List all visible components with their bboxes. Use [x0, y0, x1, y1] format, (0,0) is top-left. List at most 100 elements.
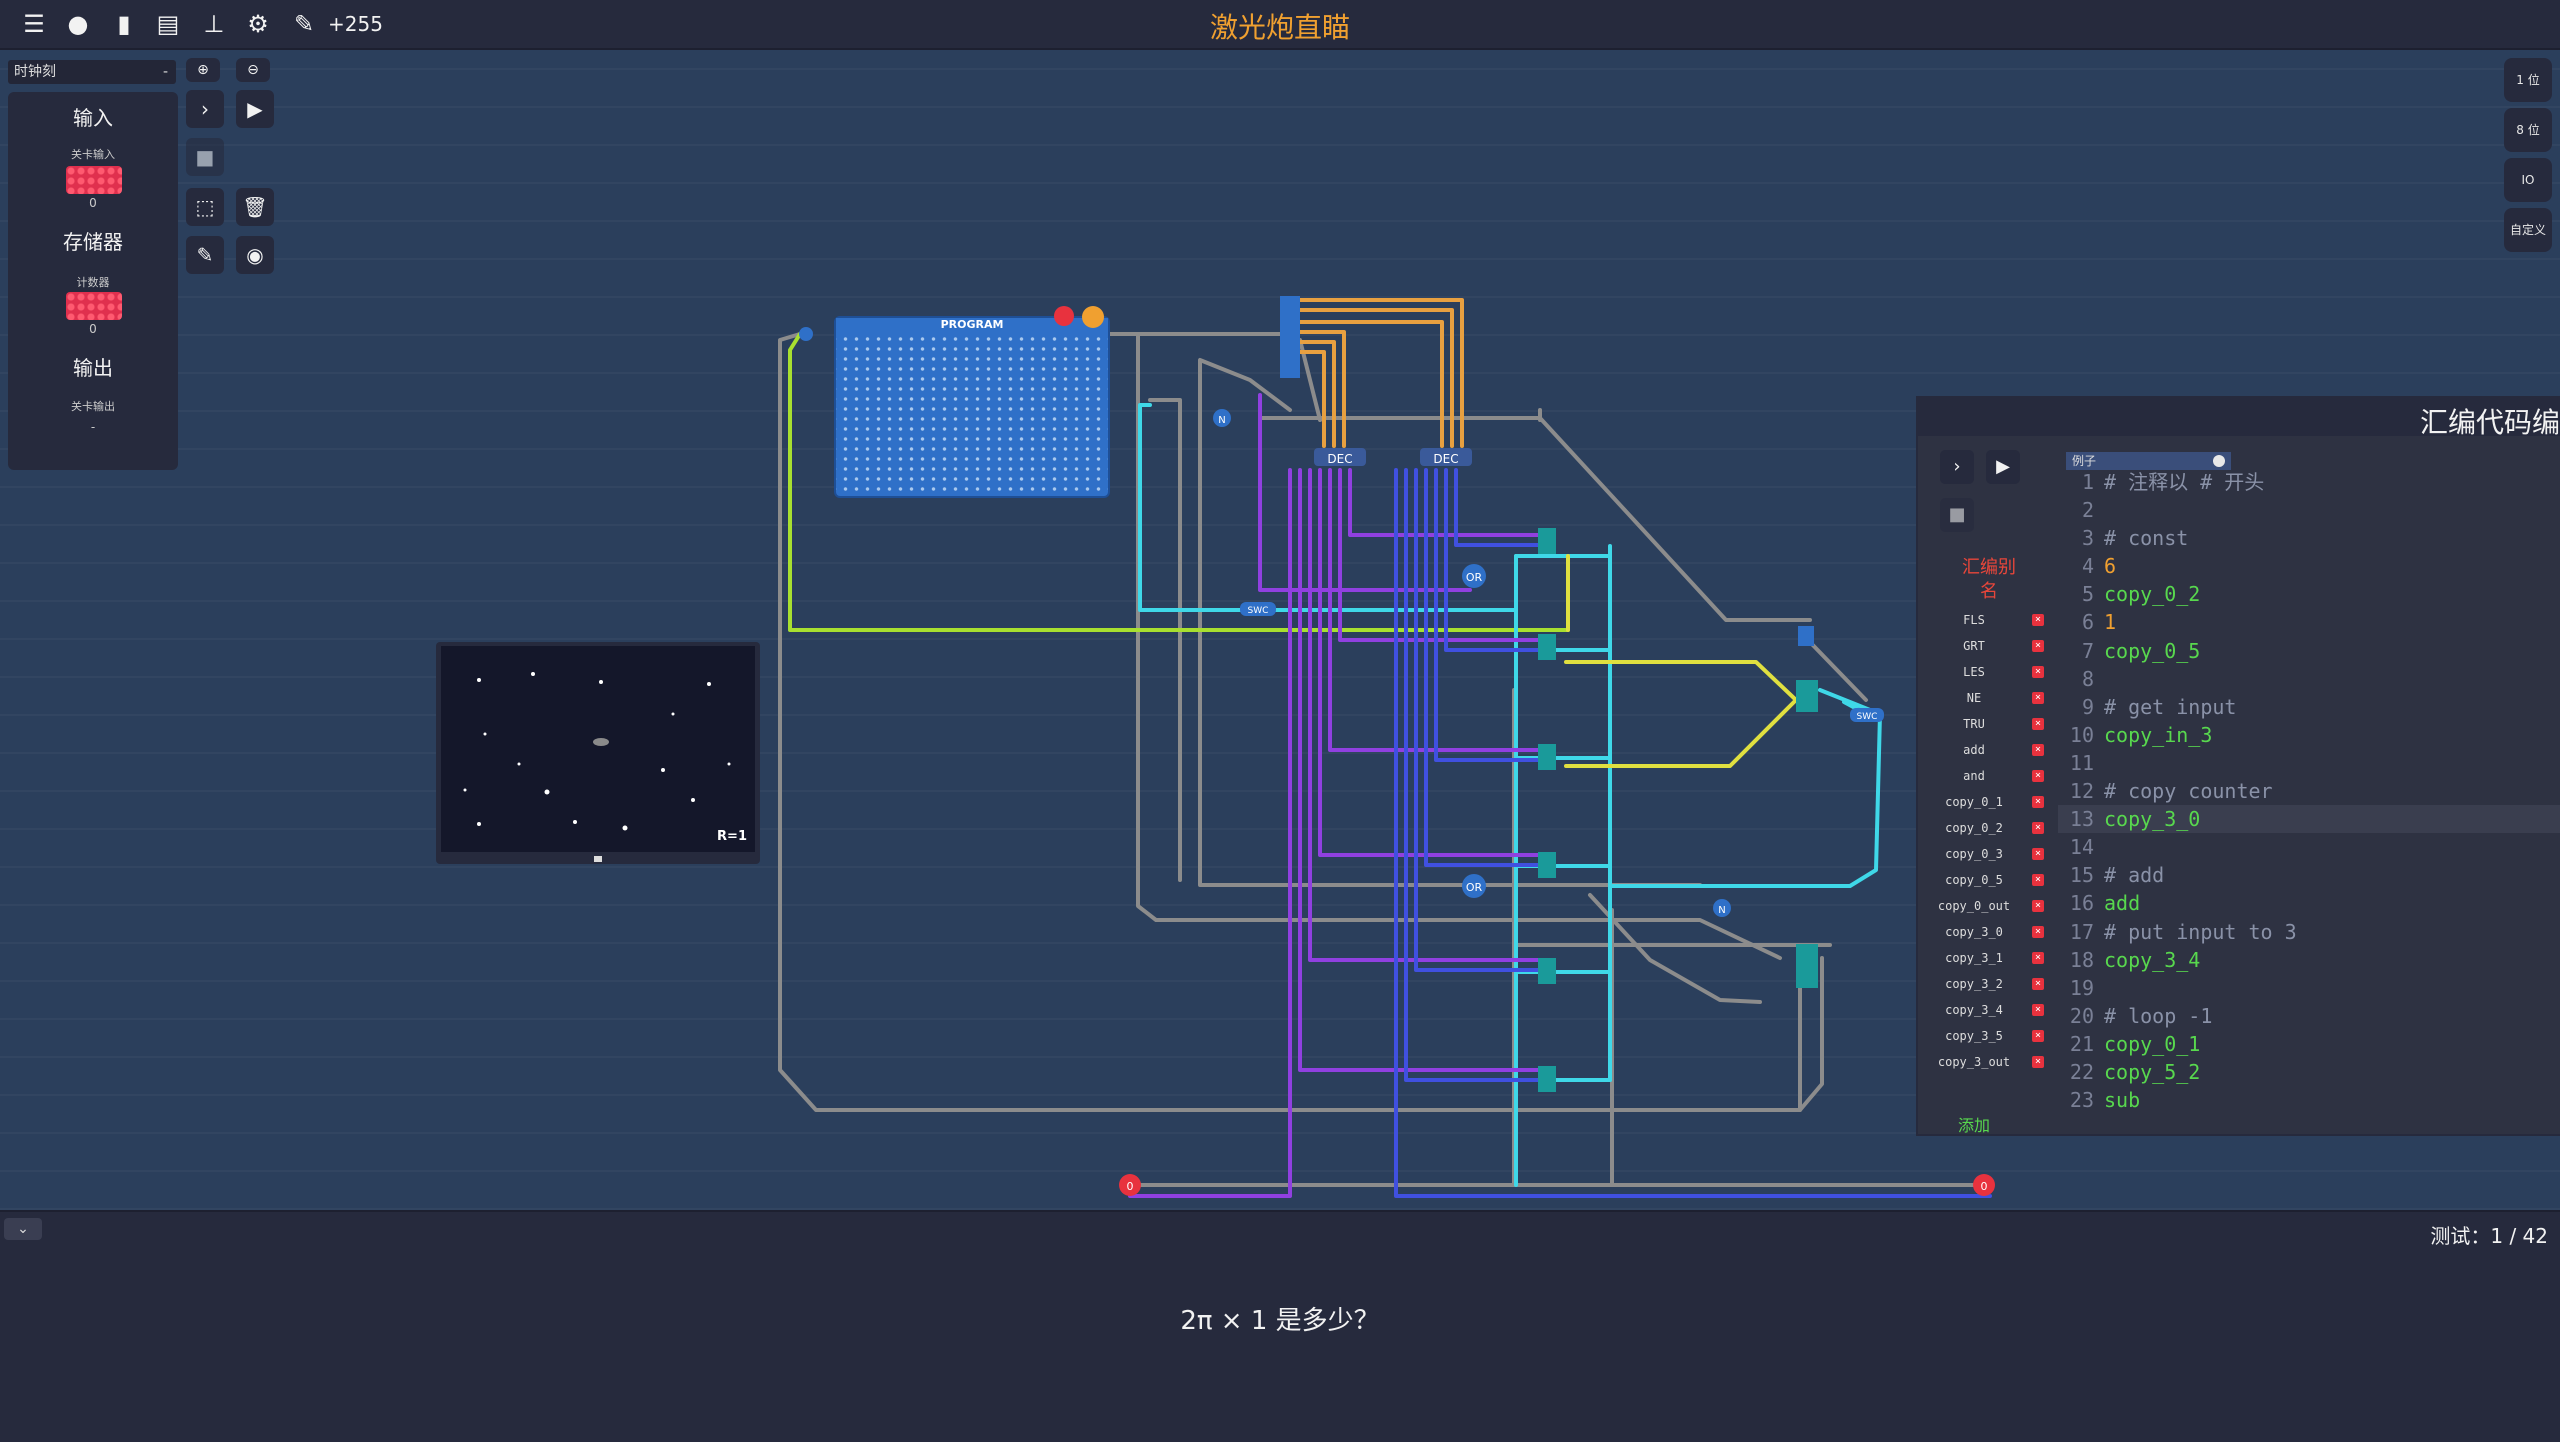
delete-button[interactable]: 🗑 [236, 188, 274, 226]
remove-alias-icon[interactable]: × [2032, 900, 2044, 912]
code-line[interactable]: 5 copy_0_2 [2058, 580, 2560, 608]
code-line[interactable]: 1 # 注释以 # 开头 [2058, 468, 2560, 496]
remove-alias-icon[interactable]: × [2032, 770, 2044, 782]
trash-icon: 🗑 [242, 195, 268, 219]
alias-item[interactable]: copy_3_4 × [1924, 998, 2054, 1024]
alias-item[interactable]: copy_0_1 × [1924, 790, 2054, 816]
remove-alias-icon[interactable]: × [2032, 718, 2044, 730]
remove-alias-icon[interactable]: × [2032, 1004, 2044, 1016]
alias-item[interactable]: copy_0_out × [1924, 894, 2054, 920]
remove-alias-icon[interactable]: × [2032, 926, 2044, 938]
alias-item[interactable]: FLS × [1924, 608, 2054, 634]
remove-alias-icon[interactable]: × [2032, 666, 2044, 678]
remove-alias-icon[interactable]: × [2032, 1056, 2044, 1068]
code-line[interactable]: 2 [2058, 496, 2560, 524]
step-button[interactable]: › [186, 90, 224, 128]
code-line[interactable]: 18 copy_3_4 [2058, 946, 2560, 974]
alias-item[interactable]: copy_3_5 × [1924, 1024, 2054, 1050]
io-button[interactable]: IO [2504, 158, 2552, 202]
decoder-2-label: DEC [1433, 452, 1458, 466]
remove-alias-icon[interactable]: × [2032, 822, 2044, 834]
program-component[interactable]: PROGRAM [834, 316, 1110, 498]
play-button[interactable]: ▶ [236, 90, 274, 128]
remove-alias-icon[interactable]: × [2032, 848, 2044, 860]
code-line[interactable]: 8 [2058, 665, 2560, 693]
select-button[interactable]: ⬚ [186, 188, 224, 226]
alias-item[interactable]: GRT × [1924, 634, 2054, 660]
chevron-down-icon: ⌄ [17, 1221, 29, 1237]
alias-item[interactable]: TRU × [1924, 712, 2054, 738]
alias-item[interactable]: copy_3_1 × [1924, 946, 2054, 972]
code-line[interactable]: 7 copy_0_5 [2058, 637, 2560, 665]
code-line[interactable]: 21 copy_0_1 [2058, 1030, 2560, 1058]
register-2 [1538, 744, 1556, 770]
add-alias-button[interactable]: 添加 [1958, 1112, 1990, 1136]
line-number: 18 [2069, 947, 2094, 972]
code-line[interactable]: 22 copy_5_2 [2058, 1058, 2560, 1086]
close-icon[interactable] [2213, 455, 2225, 467]
screen-handle-icon[interactable] [594, 856, 602, 862]
code-line[interactable]: 17 # put input to 3 [2058, 918, 2560, 946]
remove-alias-icon[interactable]: × [2032, 1030, 2044, 1042]
alias-item[interactable]: LES × [1924, 660, 2054, 686]
clock-speed-select[interactable]: 时钟刻 - [8, 60, 176, 84]
section-output-value: - [90, 420, 96, 434]
code-line[interactable]: 3 # const [2058, 524, 2560, 552]
remove-alias-icon[interactable]: × [2032, 978, 2044, 990]
line-number: 23 [2069, 1088, 2094, 1113]
bit-8-button[interactable]: 8 位 [2504, 108, 2552, 152]
section-storage-heading: 存储器 [63, 230, 123, 254]
alias-title: 汇编别名 [1962, 557, 2016, 602]
zoom-out-button[interactable]: ⊖ [236, 58, 270, 82]
remove-alias-icon[interactable]: × [2032, 640, 2044, 652]
code-line[interactable]: 19 [2058, 974, 2560, 1002]
counter-component-tool[interactable] [66, 292, 122, 320]
circle-tool-button[interactable]: ◉ [236, 236, 274, 274]
custom-button[interactable]: 自定义 [2504, 208, 2552, 252]
remove-alias-icon[interactable]: × [2032, 692, 2044, 704]
code-line[interactable]: 16 add [2058, 889, 2560, 917]
code-line[interactable]: 12 # copy counter [2058, 777, 2560, 805]
code-line[interactable]: 61 [2058, 608, 2560, 636]
alias-item[interactable]: NE × [1924, 686, 2054, 712]
alias-item[interactable]: copy_0_3 × [1924, 842, 2054, 868]
alias-item[interactable]: add × [1924, 738, 2054, 764]
remove-alias-icon[interactable]: × [2032, 744, 2044, 756]
alias-item[interactable]: copy_0_2 × [1924, 816, 2054, 842]
code-line[interactable]: 15 # add [2058, 861, 2560, 889]
level-input-component[interactable] [66, 166, 122, 194]
remove-alias-icon[interactable]: × [2032, 796, 2044, 808]
remove-alias-icon[interactable]: × [2032, 874, 2044, 886]
alias-item[interactable]: copy_3_0 × [1924, 920, 2054, 946]
editor-step-button[interactable]: › [1940, 450, 1974, 484]
alias-item[interactable]: copy_3_out × [1924, 1050, 2054, 1076]
alias-name: TRU [1963, 717, 1985, 731]
code-area[interactable]: 1 # 注释以 # 开头 2 3 # const 4 6 5 copy_0_2 6 1 7 copy_0… [2058, 468, 2560, 1118]
code-line[interactable]: 46 [2058, 552, 2560, 580]
code-line[interactable]: 10 copy_in_3 [2058, 721, 2560, 749]
collapse-button[interactable]: ⌄ [4, 1218, 42, 1240]
draw-button[interactable]: ✎ [186, 236, 224, 274]
collapse-toggle[interactable]: - [163, 60, 168, 84]
remove-alias-icon[interactable]: × [2032, 614, 2044, 626]
editor-header[interactable]: 汇编代码编 [1918, 398, 2560, 439]
zoom-in-button[interactable]: ⊕ [186, 58, 220, 82]
program-delete-icon[interactable] [1054, 306, 1074, 326]
code-line[interactable]: 9 # get input [2058, 693, 2560, 721]
component-toolbox: 输入 关卡输入 0 存储器 计数器 0 输出 关卡输出 - [8, 92, 178, 470]
alias-item[interactable]: and × [1924, 764, 2054, 790]
code-line[interactable]: 13 copy_3_0 [2058, 805, 2560, 834]
code-line[interactable]: 20 # loop -1 [2058, 1002, 2560, 1030]
editor-play-button[interactable]: ▶ [1986, 450, 2020, 484]
stop-button[interactable]: ■ [186, 138, 224, 176]
code-line[interactable]: 14 [2058, 833, 2560, 861]
remove-alias-icon[interactable]: × [2032, 952, 2044, 964]
alias-item[interactable]: copy_0_5 × [1924, 868, 2054, 894]
alias-item[interactable]: copy_3_2 × [1924, 972, 2054, 998]
program-edit-icon[interactable] [1082, 306, 1104, 328]
play-icon: ▶ [247, 97, 263, 121]
code-line[interactable]: 11 [2058, 749, 2560, 777]
bit-1-button[interactable]: 1 位 [2504, 58, 2552, 102]
code-line[interactable]: 23 sub [2058, 1086, 2560, 1114]
editor-stop-button[interactable]: ■ [1940, 498, 1974, 532]
